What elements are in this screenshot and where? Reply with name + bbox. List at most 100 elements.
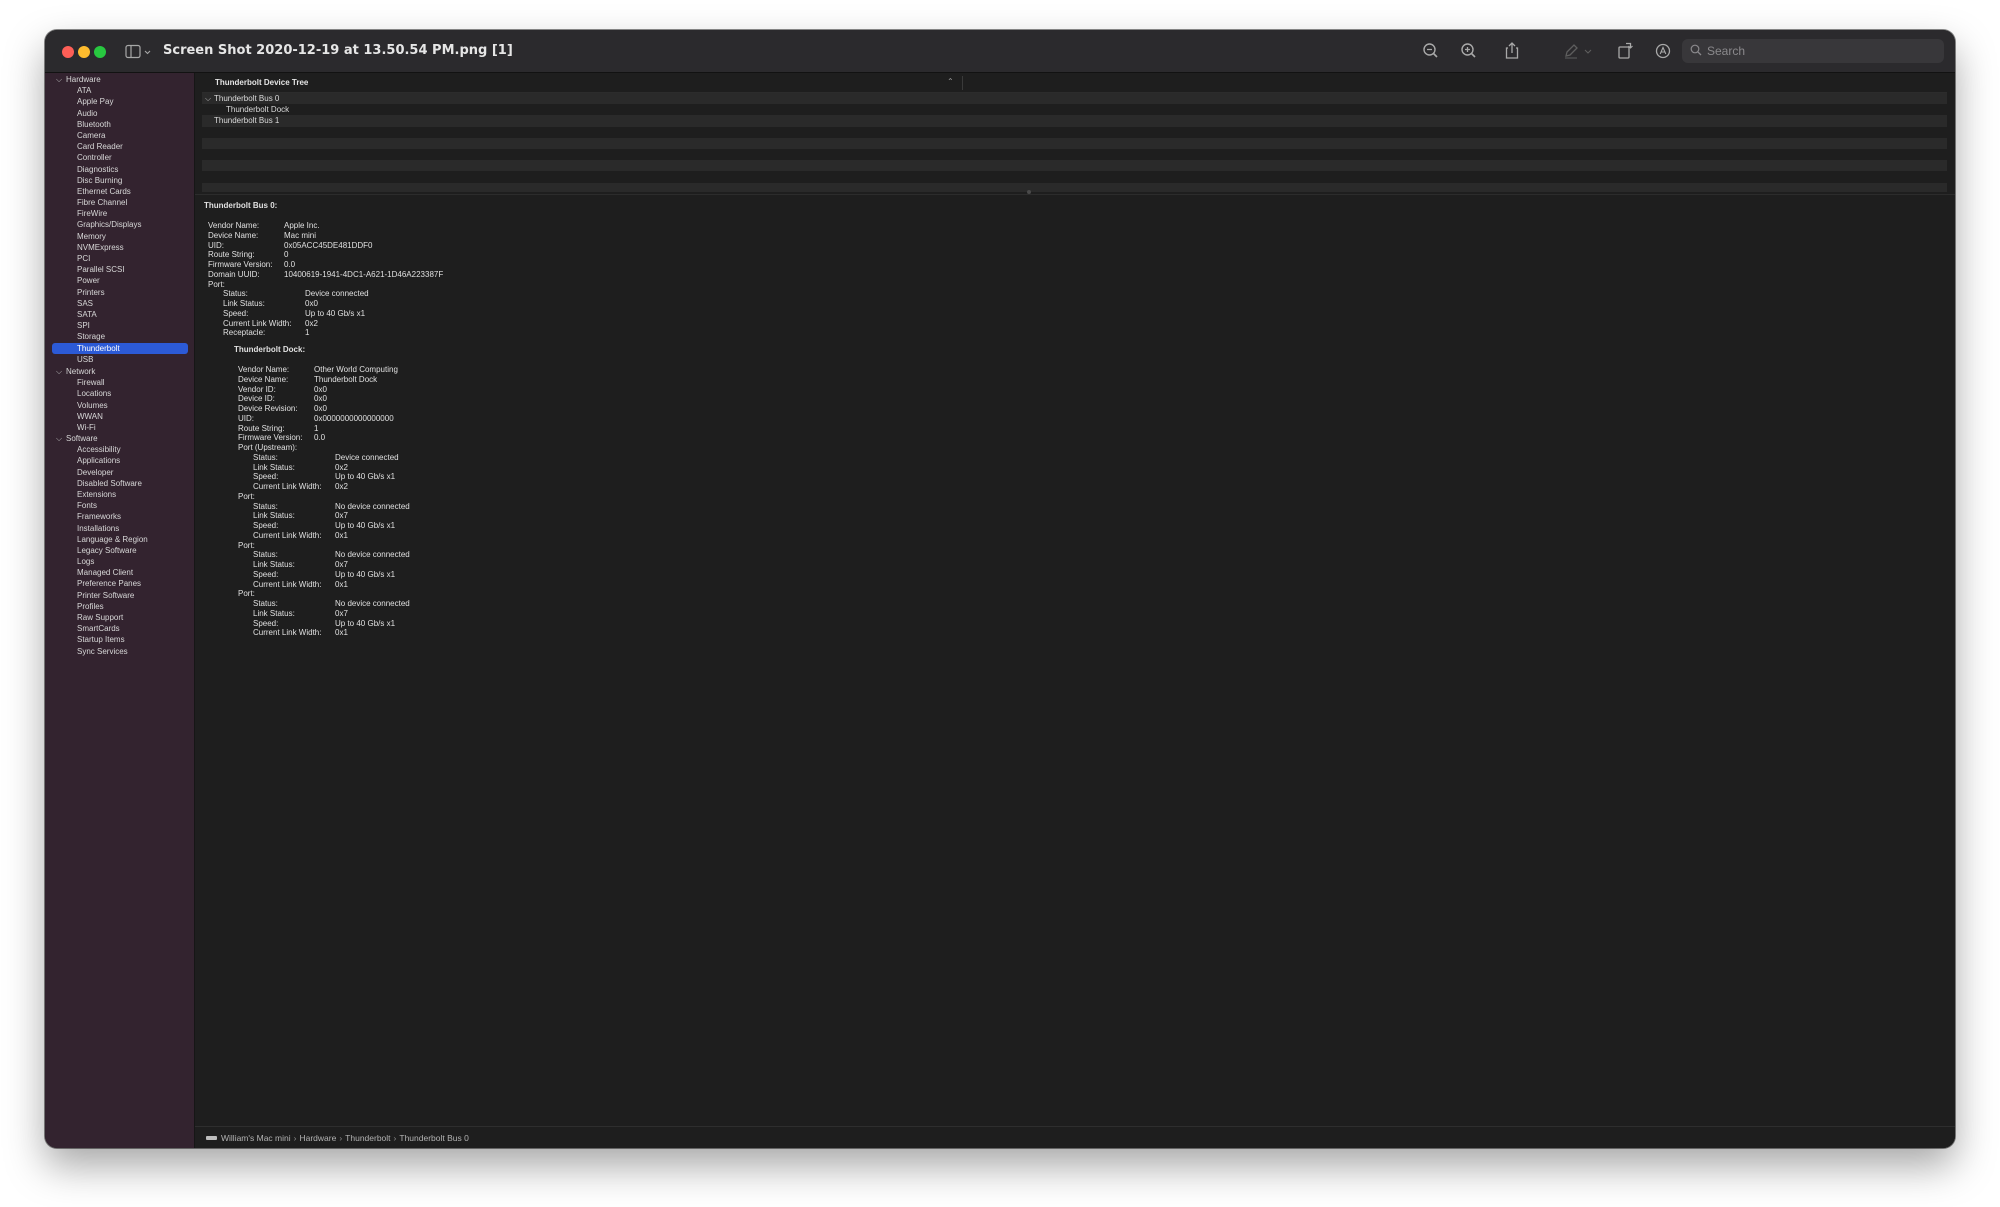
- sidebar-item-sas[interactable]: SAS: [45, 298, 195, 309]
- detail-key: Current Link Width:: [253, 579, 322, 589]
- sidebar-item-apple-pay[interactable]: Apple Pay: [45, 96, 195, 107]
- sidebar-item-printer-software[interactable]: Printer Software: [45, 590, 195, 601]
- detail-key: Current Link Width:: [223, 318, 292, 328]
- minimize-button[interactable]: [78, 46, 90, 58]
- sidebar-section-hardware[interactable]: ⌵ Hardware: [45, 74, 195, 85]
- split-divider[interactable]: [195, 194, 1955, 195]
- sidebar-item-language-region[interactable]: Language & Region: [45, 534, 195, 545]
- tree-row-empty: [202, 127, 1947, 138]
- breadcrumb-item[interactable]: Hardware: [299, 1133, 336, 1143]
- sidebar-item-fonts[interactable]: Fonts: [45, 500, 195, 511]
- search-field[interactable]: [1682, 39, 1944, 63]
- sidebar-item-firewire[interactable]: FireWire: [45, 208, 195, 219]
- zoom-out-icon: [1423, 43, 1438, 58]
- annotate-button[interactable]: [1652, 41, 1674, 61]
- sidebar-section-network[interactable]: ⌵ Network: [45, 366, 195, 377]
- chevron-down-icon[interactable]: ⌵: [205, 93, 211, 104]
- tree-row[interactable]: Thunderbolt Dock: [202, 104, 1947, 115]
- sidebar-item-fibre-channel[interactable]: Fibre Channel: [45, 197, 195, 208]
- zoom-button[interactable]: [94, 46, 106, 58]
- chevron-right-icon: ›: [293, 1133, 297, 1143]
- sidebar-section-software[interactable]: ⌵ Software: [45, 433, 195, 444]
- sidebar-item-extensions[interactable]: Extensions: [45, 489, 195, 500]
- tree-row-empty: [202, 182, 1947, 192]
- sidebar-item-pci[interactable]: PCI: [45, 253, 195, 264]
- detail-value: No device connected: [335, 501, 410, 511]
- sidebar-item-sata[interactable]: SATA: [45, 309, 195, 320]
- detail-value: 10400619-1941-4DC1-A621-1D46A223387F: [284, 269, 444, 279]
- status-bar: William's Mac mini › Hardware › Thunderbolt ›…: [195, 1126, 1955, 1148]
- sidebar-item-applications[interactable]: Applications: [45, 455, 195, 466]
- tree-row-label: Thunderbolt Bus 1: [214, 116, 280, 126]
- detail-key: Speed:: [253, 472, 279, 482]
- markup-menu-button[interactable]: [1582, 41, 1594, 61]
- sidebar-item-bluetooth[interactable]: Bluetooth: [45, 119, 195, 130]
- detail-value: 0x0000000000000000: [314, 413, 394, 423]
- sidebar-item-card-reader[interactable]: Card Reader: [45, 141, 195, 152]
- sidebar-item-firewall[interactable]: Firewall: [45, 377, 195, 388]
- markup-button[interactable]: [1560, 41, 1582, 61]
- sidebar-item-sync-services[interactable]: Sync Services: [45, 646, 195, 657]
- breadcrumb-item[interactable]: Thunderbolt Bus 0: [399, 1133, 468, 1143]
- sidebar-item-ata[interactable]: ATA: [45, 85, 195, 96]
- zoom-in-button[interactable]: [1458, 41, 1480, 61]
- sidebar-item-profiles[interactable]: Profiles: [45, 601, 195, 612]
- sidebar-item-memory[interactable]: Memory: [45, 231, 195, 242]
- tree-row[interactable]: Thunderbolt Bus 1: [202, 115, 1947, 127]
- sidebar-item-installations[interactable]: Installations: [45, 523, 195, 534]
- sidebar-item-controller[interactable]: Controller: [45, 152, 195, 163]
- sidebar-item-audio[interactable]: Audio: [45, 108, 195, 119]
- sidebar-item-power[interactable]: Power: [45, 275, 195, 286]
- tree-column-header[interactable]: Thunderbolt Device Tree ⌃: [202, 73, 1947, 93]
- breadcrumb-item[interactable]: Thunderbolt: [345, 1133, 390, 1143]
- sidebar-item-wi-fi[interactable]: Wi-Fi: [45, 422, 195, 433]
- detail-value: 0x7: [335, 560, 348, 569]
- sidebar-item-storage[interactable]: Storage: [45, 331, 195, 342]
- sidebar-item-preference-panes[interactable]: Preference Panes: [45, 578, 195, 589]
- detail-key: Current Link Width:: [253, 482, 322, 491]
- device-tree: ⌵ Thunderbolt Bus 0 Thunderbolt Dock Thu…: [202, 93, 1947, 192]
- close-button[interactable]: [62, 46, 74, 58]
- sidebar-item-printers[interactable]: Printers: [45, 287, 195, 298]
- breadcrumb-item[interactable]: William's Mac mini: [221, 1133, 291, 1143]
- sidebar-item-legacy-software[interactable]: Legacy Software: [45, 545, 195, 556]
- sidebar-item-camera[interactable]: Camera: [45, 130, 195, 141]
- sidebar-item-ethernet-cards[interactable]: Ethernet Cards: [45, 186, 195, 197]
- sidebar-item-volumes[interactable]: Volumes: [45, 400, 195, 411]
- sidebar-item-graphics-displays[interactable]: Graphics/Displays: [45, 219, 195, 230]
- sidebar-item-smartcards[interactable]: SmartCards: [45, 623, 195, 634]
- tree-row[interactable]: ⌵ Thunderbolt Bus 0: [202, 93, 1947, 105]
- sidebar-toggle-button[interactable]: [125, 43, 155, 61]
- detail-value: Device connected: [335, 452, 399, 462]
- sidebar-item-usb[interactable]: USB: [45, 354, 195, 365]
- sidebar-item-nvmexpress[interactable]: NVMExpress: [45, 242, 195, 253]
- detail-value: 0x2: [335, 482, 348, 491]
- sidebar-item-wwan[interactable]: WWAN: [45, 411, 195, 422]
- detail-value: 0x7: [335, 608, 348, 618]
- sidebar-item-accessibility[interactable]: Accessibility: [45, 444, 195, 455]
- sidebar-item-startup-items[interactable]: Startup Items: [45, 634, 195, 645]
- sidebar-item-managed-client[interactable]: Managed Client: [45, 567, 195, 578]
- detail-key: Port:: [208, 279, 225, 289]
- sidebar-item-disc-burning[interactable]: Disc Burning: [45, 175, 195, 186]
- sidebar-item-raw-support[interactable]: Raw Support: [45, 612, 195, 623]
- share-button[interactable]: [1501, 41, 1523, 61]
- sidebar-item-frameworks[interactable]: Frameworks: [45, 511, 195, 522]
- sidebar-item-locations[interactable]: Locations: [45, 388, 195, 399]
- zoom-out-button[interactable]: [1420, 41, 1442, 61]
- sidebar-item-logs[interactable]: Logs: [45, 556, 195, 567]
- search-input[interactable]: [1707, 39, 1932, 63]
- sidebar-item-thunderbolt[interactable]: Thunderbolt: [52, 342, 188, 354]
- sidebar-item-disabled-software[interactable]: Disabled Software: [45, 478, 195, 489]
- mac-mini-icon: [206, 1135, 217, 1140]
- sidebar-item-spi[interactable]: SPI: [45, 320, 195, 331]
- sidebar-item-diagnostics[interactable]: Diagnostics: [45, 164, 195, 175]
- detail-key: Vendor Name:: [208, 221, 260, 230]
- sidebar-software-group: ⌵ Software Accessibility Applications Deve…: [45, 433, 195, 657]
- sidebar-item-parallel-scsi[interactable]: Parallel SCSI: [45, 264, 195, 275]
- rotate-button[interactable]: [1614, 41, 1636, 61]
- detail-key: Speed:: [223, 308, 249, 318]
- sidebar-hardware-group: ⌵ Hardware ATA Apple Pay Audio Bluetooth Cam…: [45, 74, 195, 365]
- chevron-right-icon: ›: [339, 1133, 343, 1143]
- sidebar-item-developer[interactable]: Developer: [45, 467, 195, 478]
